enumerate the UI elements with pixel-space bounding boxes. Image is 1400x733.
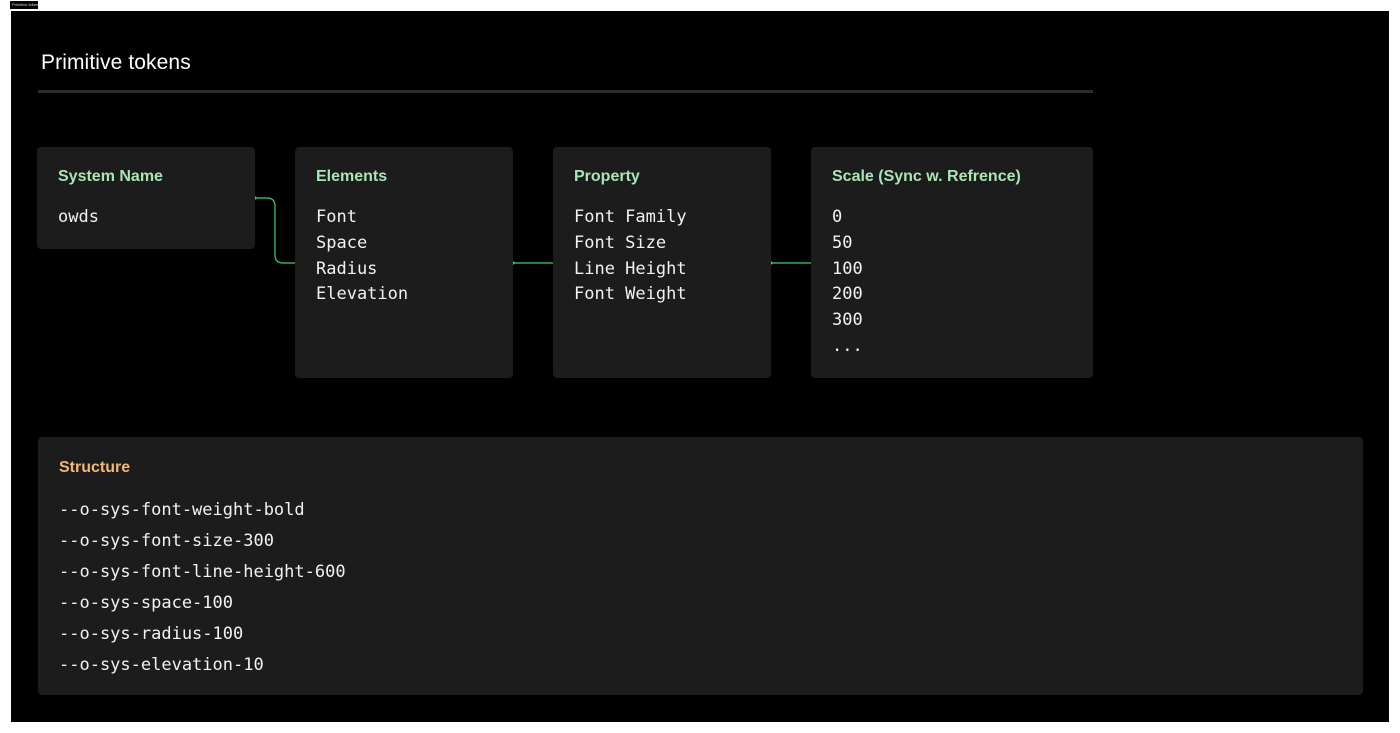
list-item: 100 <box>832 258 863 279</box>
diagram-frame: Primitive tokens System Name owds Elemen… <box>11 11 1389 722</box>
structure-card: Structure --o-sys-font-weight-bold --o-s… <box>38 437 1363 695</box>
structure-token-list: --o-sys-font-weight-bold --o-sys-font-si… <box>59 495 346 681</box>
scale-card: Scale (Sync w. Refrence) 0 50 100 200 30… <box>811 147 1093 378</box>
connector-system-to-elements <box>255 197 295 264</box>
card-heading: Property <box>574 168 640 185</box>
list-item: 200 <box>832 284 863 305</box>
token-line: --o-sys-font-size-300 <box>59 531 274 551</box>
card-item-list: Font Space Radius Elevation <box>316 205 408 308</box>
list-item: Font Weight <box>574 284 687 305</box>
list-item: Font Size <box>574 232 667 253</box>
title-divider <box>38 90 1093 93</box>
structure-heading: Structure <box>59 459 131 476</box>
list-item: Line Height <box>574 258 687 279</box>
token-line: --o-sys-space-100 <box>59 593 233 613</box>
token-line: --o-sys-radius-100 <box>59 624 244 644</box>
property-card: Property Font Family Font Size Line Heig… <box>553 147 771 378</box>
card-heading: System Name <box>58 168 163 185</box>
list-item: 300 <box>832 310 863 331</box>
system-name-card: System Name owds <box>37 147 255 249</box>
card-heading: Elements <box>316 168 388 185</box>
list-item: Space <box>316 232 368 253</box>
card-item-list: Font Family Font Size Line Height Font W… <box>574 205 687 308</box>
token-line: --o-sys-elevation-10 <box>59 655 264 675</box>
list-item: Radius <box>316 258 378 279</box>
list-item: Elevation <box>316 284 409 305</box>
elements-card: Elements Font Space Radius Elevation <box>295 147 513 378</box>
page-title: Primitive tokens <box>41 51 191 74</box>
list-item: Font <box>316 207 357 227</box>
card-heading: Scale (Sync w. Refrence) <box>832 168 1021 185</box>
frame-label: Primitive tokens <box>10 1 38 9</box>
list-item: 0 <box>832 207 843 227</box>
card-item-list: owds <box>58 205 99 231</box>
card-item-list: 0 50 100 200 300 ... <box>832 205 863 360</box>
list-item: 50 <box>832 232 853 253</box>
token-line: --o-sys-font-weight-bold <box>59 500 305 520</box>
list-item: ... <box>832 335 863 356</box>
list-item: owds <box>58 207 99 227</box>
token-line: --o-sys-font-line-height-600 <box>59 562 346 582</box>
list-item: Font Family <box>574 207 687 227</box>
